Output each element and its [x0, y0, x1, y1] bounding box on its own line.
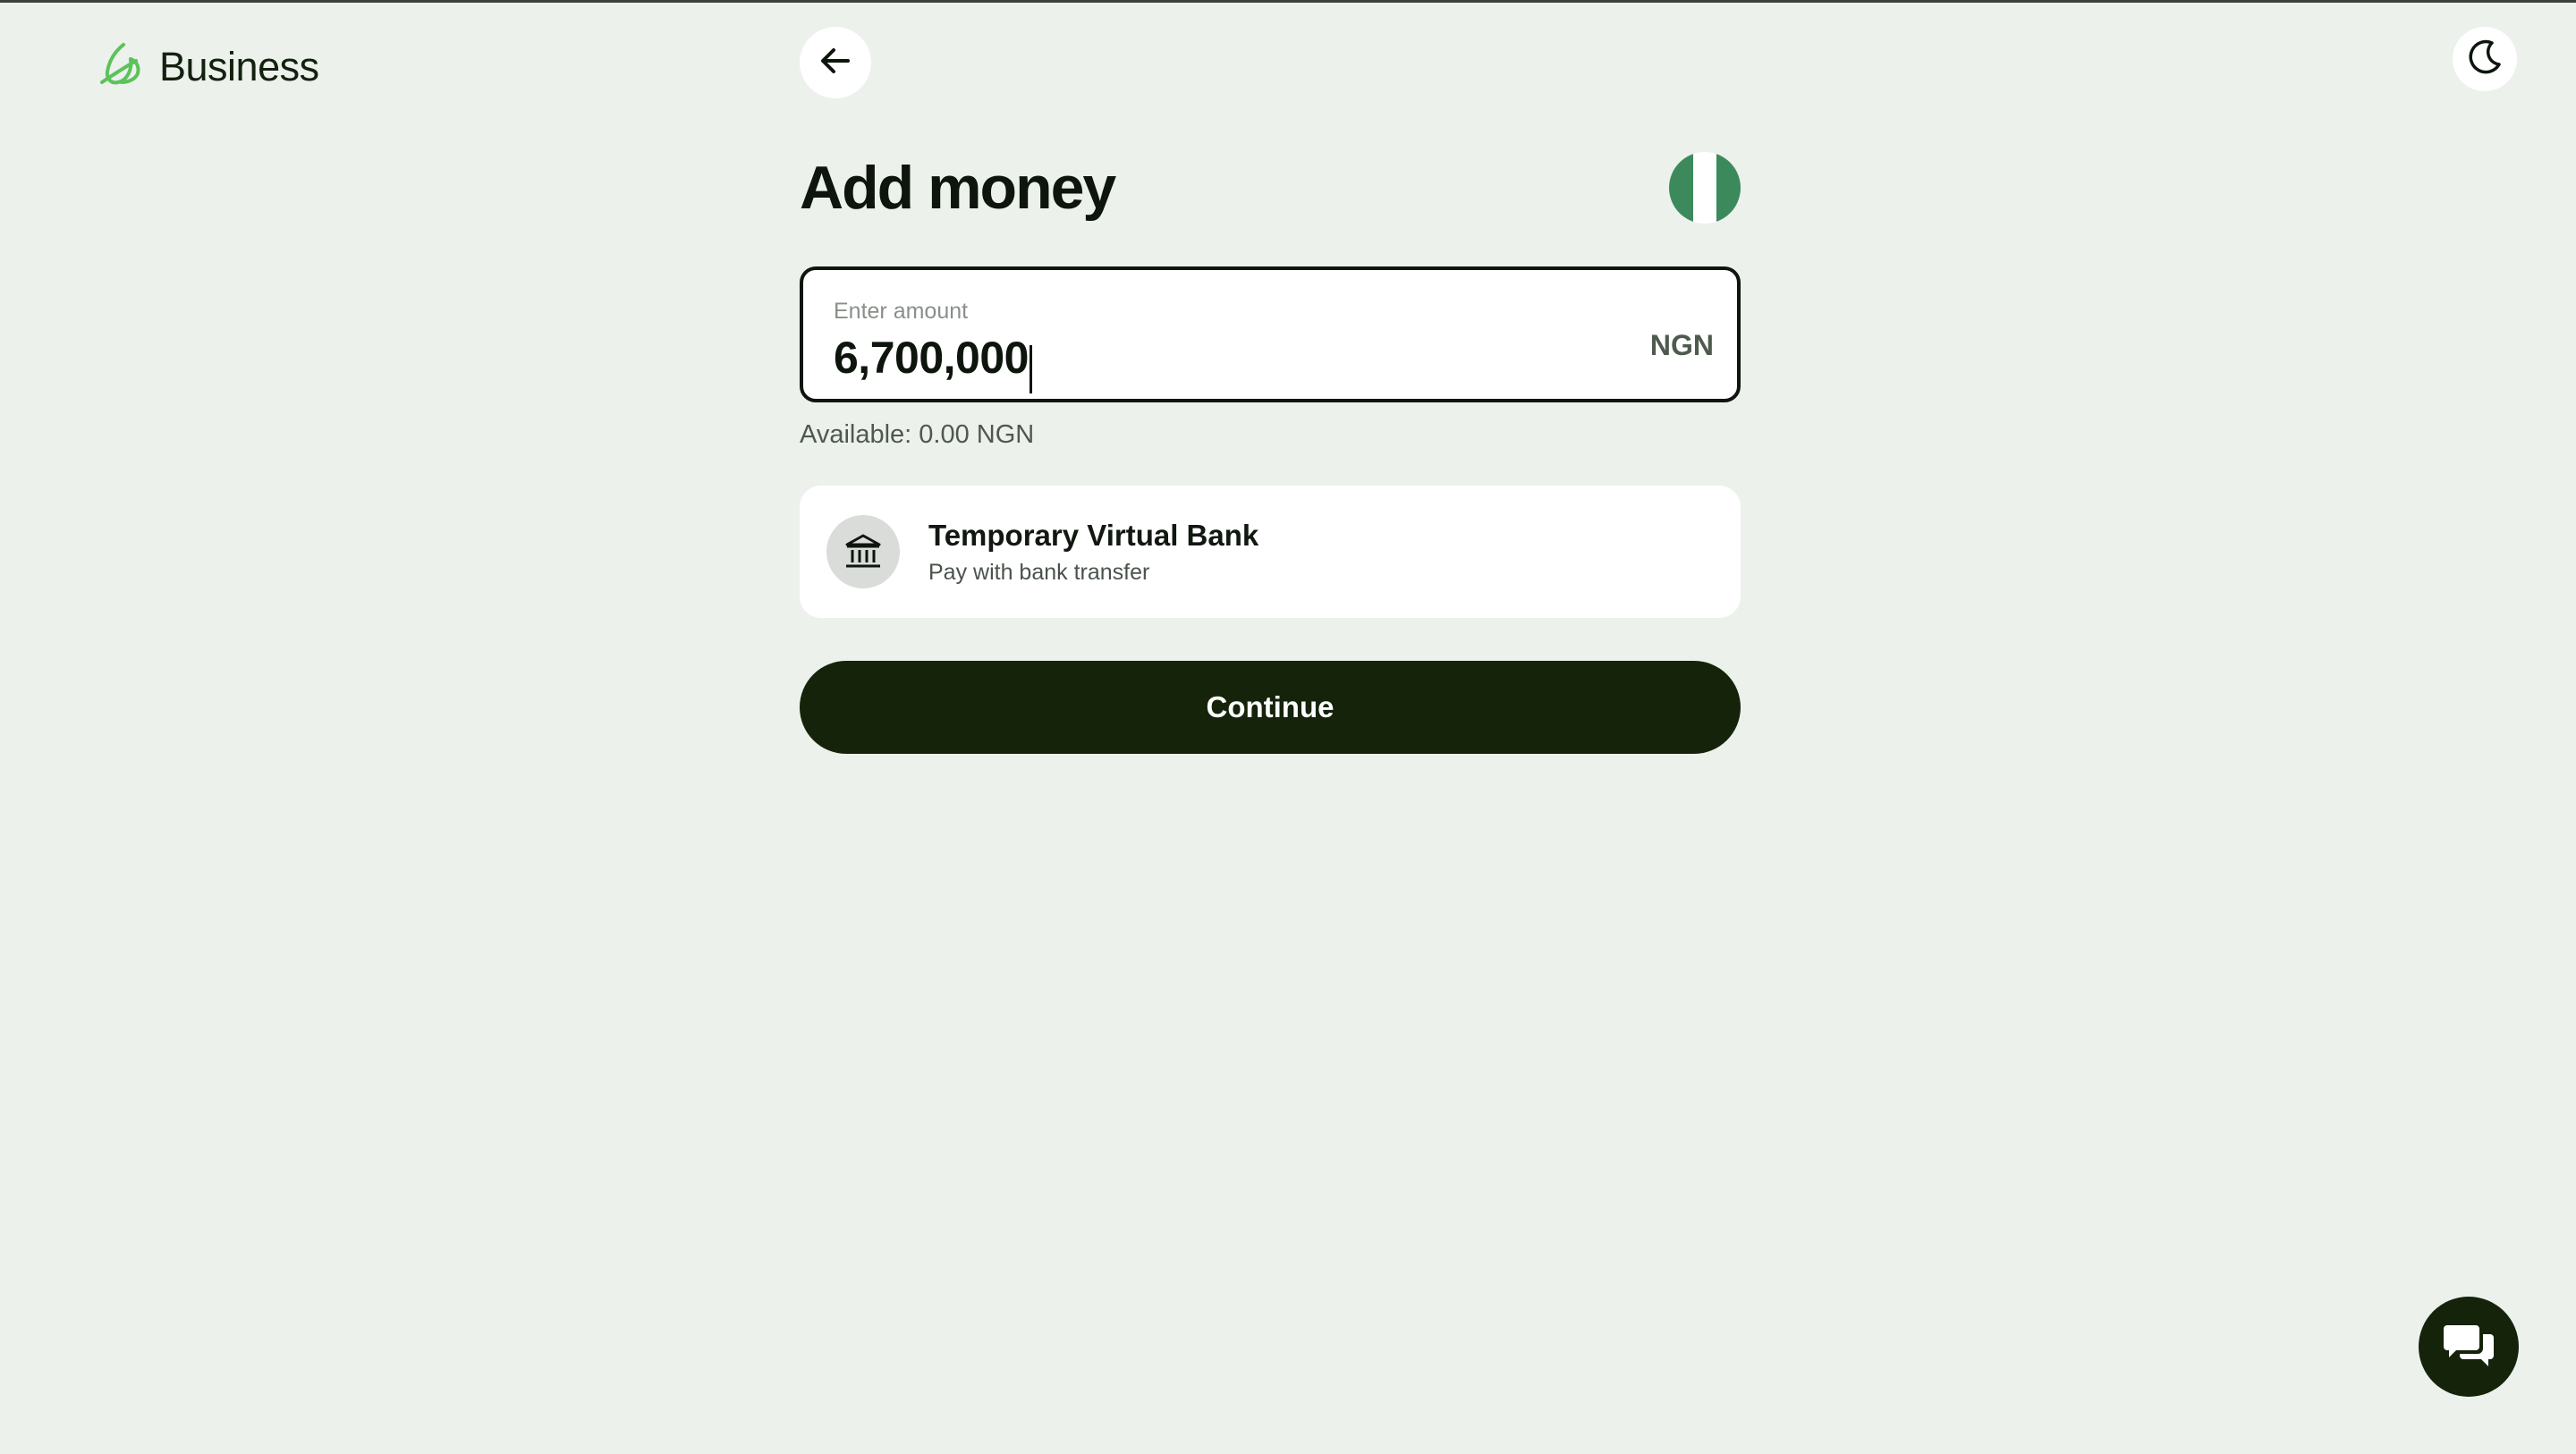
chat-bubbles-icon — [2440, 1316, 2497, 1378]
continue-button[interactable]: Continue — [800, 661, 1741, 754]
leaf-logo-icon — [97, 39, 147, 94]
amount-label: Enter amount — [834, 299, 969, 324]
available-balance: Available: 0.00 NGN — [800, 420, 1035, 449]
payment-method-title: Temporary Virtual Bank — [928, 518, 1259, 552]
payment-method-text: Temporary Virtual Bank Pay with bank tra… — [928, 519, 1258, 586]
moon-icon — [2465, 38, 2504, 81]
payment-method-option[interactable]: Temporary Virtual Bank Pay with bank tra… — [800, 486, 1741, 618]
bank-icon — [826, 515, 900, 588]
add-money-panel: Add money Enter amount 6,700,000 NGN Ava… — [800, 134, 1741, 754]
amount-input-value[interactable]: 6,700,000 — [834, 332, 1029, 384]
top-border — [0, 0, 2576, 3]
theme-toggle-button[interactable] — [2453, 27, 2517, 91]
amount-field[interactable]: Enter amount 6,700,000 NGN — [800, 266, 1741, 402]
brand-name: Business — [159, 43, 319, 89]
payment-method-subtitle: Pay with bank transfer — [928, 559, 1150, 585]
arrow-left-icon — [816, 41, 855, 85]
brand-logo[interactable]: Business — [97, 39, 319, 94]
page-title: Add money — [800, 154, 1116, 222]
nigeria-flag-icon[interactable] — [1669, 152, 1741, 224]
support-chat-button[interactable] — [2419, 1297, 2519, 1397]
currency-code: NGN — [1649, 329, 1714, 361]
back-button[interactable] — [800, 27, 871, 98]
text-caret — [1029, 344, 1032, 393]
title-row: Add money — [800, 134, 1741, 241]
